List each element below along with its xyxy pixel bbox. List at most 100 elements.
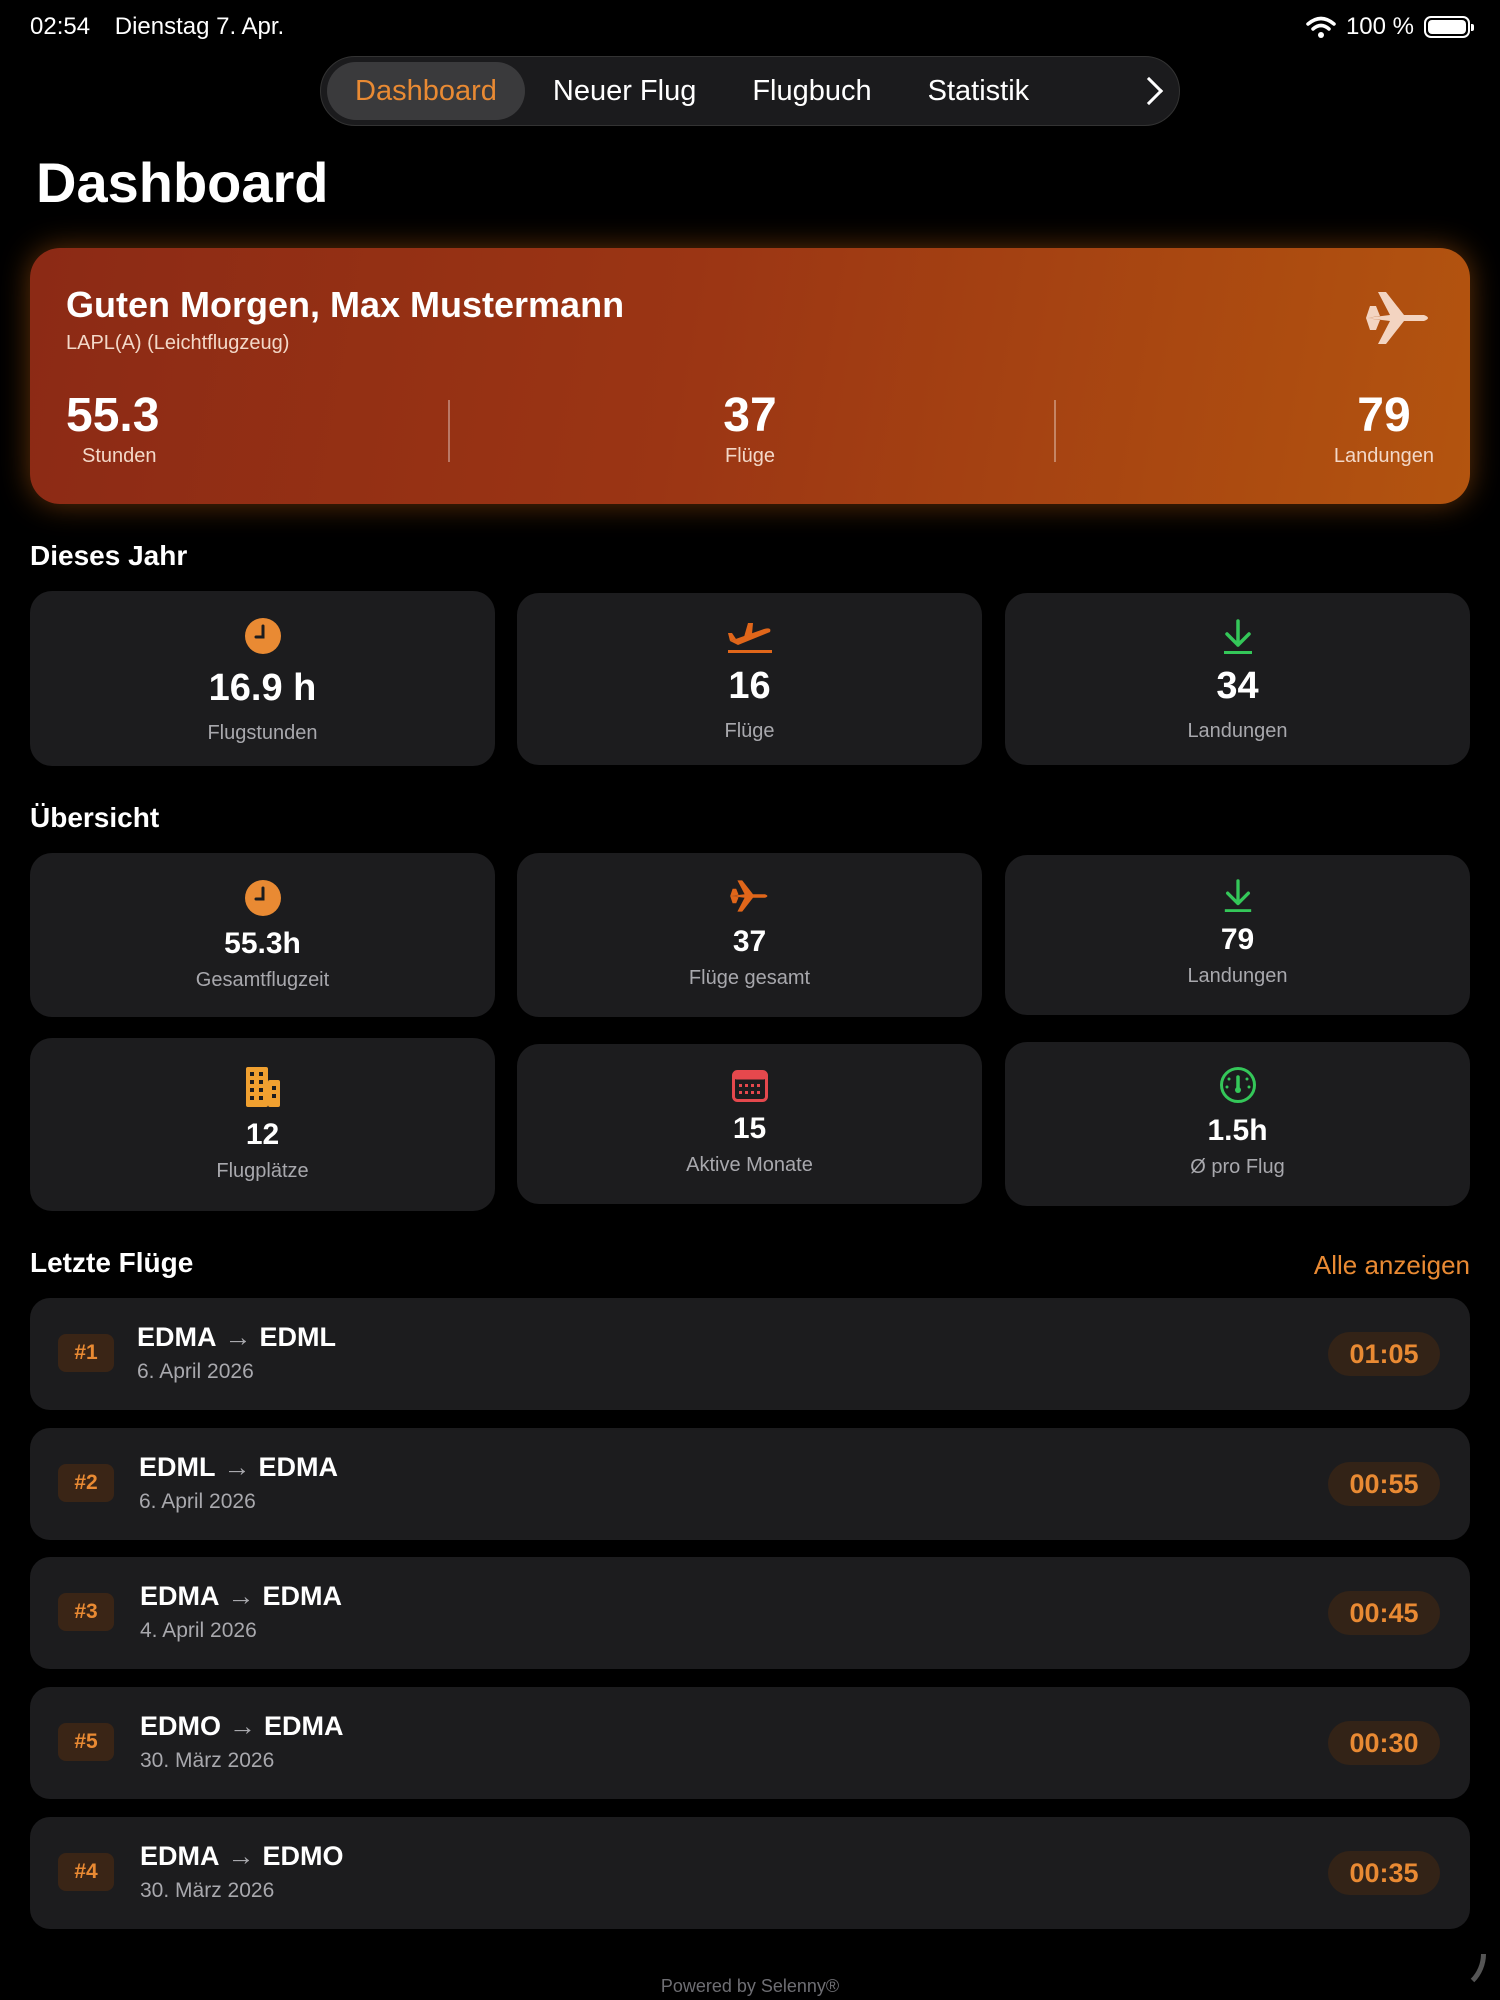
stat-label: Flugplätze: [216, 1160, 309, 1182]
flight-row[interactable]: #3 EDMA → EDMA 4. April 2026 00:45: [30, 1557, 1470, 1669]
stat-label: Ø pro Flug: [1190, 1156, 1285, 1178]
section-title-this-year: Dieses Jahr: [30, 540, 188, 571]
tab-statistik[interactable]: Statistik: [900, 62, 1058, 120]
stat-value: 34: [1216, 665, 1259, 707]
stat-label: Gesamtflugzeit: [195, 969, 330, 991]
divider: [1054, 400, 1056, 462]
battery-percent: 100 %: [1345, 13, 1414, 40]
arrow-right-icon: →: [224, 1322, 252, 1352]
status-left: 02:54 Dienstag 7. Apr.: [30, 13, 302, 41]
welcome-card: Guten Morgen, Max Mustermann LAPL(A) (Le…: [30, 248, 1470, 504]
arrow-right-icon: →: [227, 1581, 255, 1611]
hero-hours-value: 55.3: [66, 389, 160, 442]
divider: [448, 400, 450, 462]
stat-label: Aktive Monate: [686, 1154, 813, 1176]
flight-row[interactable]: #4 EDMA → EDMO 30. März 2026 00:35: [30, 1817, 1470, 1929]
flight-date: 6. April 2026: [139, 1490, 256, 1513]
stat-value: 55.3h: [224, 927, 301, 960]
stat-label: Flüge: [724, 720, 775, 742]
greeting: Guten Morgen, Max Mustermann: [66, 284, 625, 325]
route-from: EDML: [139, 1452, 216, 1482]
route-from: EDMA: [140, 1841, 220, 1871]
arrow-right-icon: →: [227, 1841, 255, 1871]
stat-card-airfields[interactable]: 12 Flugplätze: [30, 1038, 495, 1211]
section-title-recent-flights: Letzte Flüge: [30, 1247, 194, 1278]
flight-duration-badge: 00:30: [1328, 1721, 1440, 1765]
stat-card-landings-total[interactable]: 79 Landungen: [1005, 855, 1470, 1015]
stat-value: 79: [1220, 923, 1255, 956]
hero-flights-label: Flüge: [724, 445, 776, 467]
see-all-link[interactable]: Alle anzeigen: [1314, 1250, 1470, 1281]
footer-powered-by: Powered by Selenny®: [660, 1976, 840, 1996]
route-from: EDMA: [137, 1322, 217, 1352]
stat-card-flights-total[interactable]: 37 Flüge gesamt: [517, 853, 982, 1017]
flight-date: 6. April 2026: [137, 1360, 254, 1383]
clock-icon: [244, 618, 281, 654]
chevron-right-icon[interactable]: [1134, 76, 1164, 106]
arrow-right-icon: →: [223, 1452, 251, 1482]
tab-bar: Dashboard Neuer Flug Flugbuch Statistik: [320, 56, 1180, 126]
stat-card-total-time[interactable]: 55.3h Gesamtflugzeit: [30, 853, 495, 1017]
arrow-right-icon: →: [229, 1711, 256, 1741]
stat-label: Landungen: [1187, 720, 1288, 742]
flight-number-badge: #3: [58, 1593, 114, 1631]
route-to: EDMA: [264, 1711, 344, 1741]
airplane-icon: [1366, 292, 1428, 344]
flight-duration-badge: 00:55: [1328, 1462, 1440, 1506]
route-from: EDMA: [140, 1581, 220, 1611]
airplane-icon: [729, 880, 767, 912]
route-to: EDMA: [258, 1452, 339, 1482]
route-to: EDMA: [262, 1581, 343, 1611]
flight-number-badge: #4: [58, 1853, 114, 1891]
flight-duration-badge: 00:35: [1328, 1851, 1440, 1895]
takeoff-icon: [727, 623, 772, 653]
hero-flights-value: 37: [723, 389, 777, 442]
flight-date: 30. März 2026: [140, 1749, 275, 1772]
status-bar: 02:54 Dienstag 7. Apr. 100 %: [0, 0, 1500, 54]
status-right: 100 %: [1306, 13, 1474, 41]
flight-route: EDMO → EDMA: [140, 1711, 344, 1742]
stat-value: 1.5h: [1207, 1114, 1268, 1147]
stat-value: 15: [732, 1112, 767, 1145]
flight-duration-badge: 01:05: [1328, 1332, 1440, 1376]
hero-stat-landings: 79 Landungen: [1334, 388, 1434, 468]
hero-landings-label: Landungen: [1333, 445, 1434, 467]
clock-icon: [244, 880, 281, 916]
tab-flugbuch[interactable]: Flugbuch: [724, 62, 899, 120]
stat-card-flight-hours[interactable]: 16.9 h Flugstunden: [30, 591, 495, 766]
stat-value: 16.9 h: [208, 667, 317, 709]
flight-number-badge: #5: [58, 1723, 114, 1761]
tab-dashboard[interactable]: Dashboard: [327, 62, 525, 120]
tab-neuer-flug[interactable]: Neuer Flug: [525, 62, 724, 120]
stat-card-active-months[interactable]: 15 Aktive Monate: [517, 1044, 982, 1204]
landing-icon: [1224, 879, 1251, 912]
flight-route: EDMA → EDML: [137, 1322, 336, 1353]
flight-row[interactable]: #2 EDML → EDMA 6. April 2026 00:55: [30, 1428, 1470, 1540]
hero-landings-value: 79: [1357, 389, 1411, 442]
stat-label: Flugstunden: [207, 722, 318, 744]
page-title: Dashboard: [36, 151, 329, 214]
hero-stat-hours: 55.3 Stunden: [66, 388, 159, 468]
calendar-icon: [731, 1070, 768, 1102]
section-title-overview: Übersicht: [30, 802, 160, 833]
stat-card-avg-per-flight[interactable]: 1.5h Ø pro Flug: [1005, 1042, 1470, 1206]
hero-hours-label: Stunden: [82, 445, 157, 467]
flight-row[interactable]: #1 EDMA → EDML 6. April 2026 01:05: [30, 1298, 1470, 1410]
flight-row[interactable]: #5 EDMO → EDMA 30. März 2026 00:30: [30, 1687, 1470, 1799]
route-to: EDMO: [262, 1841, 344, 1871]
flight-route: EDML → EDMA: [139, 1452, 338, 1483]
gauge-icon: [1219, 1067, 1256, 1103]
flight-duration-badge: 00:45: [1328, 1591, 1440, 1635]
flight-route: EDMA → EDMO: [140, 1841, 344, 1872]
stat-label: Landungen: [1187, 965, 1288, 987]
stat-value: 16: [728, 665, 771, 707]
stat-card-flights[interactable]: 16 Flüge: [517, 593, 982, 765]
landing-icon: [1223, 619, 1252, 654]
building-icon: [245, 1067, 280, 1107]
license-label: LAPL(A) (Leichtflugzeug): [66, 332, 290, 354]
flight-date: 30. März 2026: [140, 1879, 275, 1902]
stat-card-landings[interactable]: 34 Landungen: [1005, 593, 1470, 765]
stat-value: 37: [732, 925, 767, 958]
stat-value: 12: [245, 1118, 280, 1151]
route-to: EDML: [259, 1322, 337, 1352]
